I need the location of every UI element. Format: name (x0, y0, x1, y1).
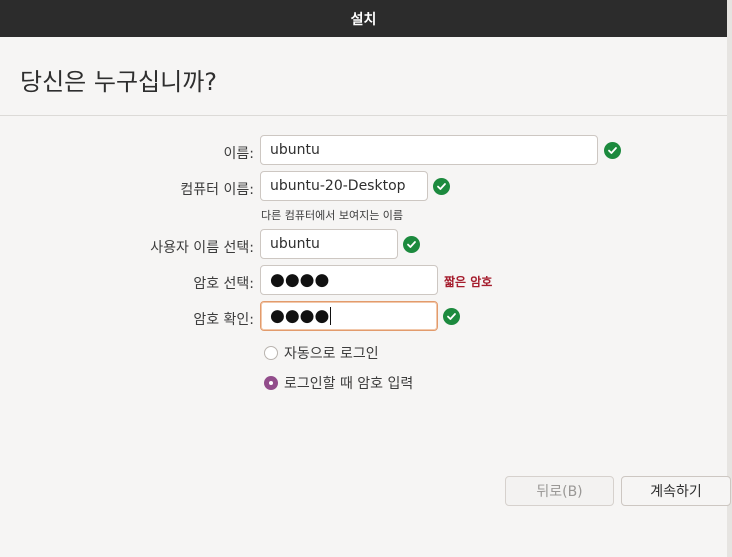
radio-auto-login[interactable]: 자동으로 로그인 (264, 343, 379, 363)
computer-name-label: 컴퓨터 이름: (180, 182, 254, 198)
computer-name-field[interactable]: ubuntu-20-Desktop (260, 171, 428, 201)
username-field[interactable]: ubuntu (260, 229, 398, 259)
text-caret (330, 307, 332, 325)
radio-button[interactable] (264, 346, 278, 360)
checkmark-circle-icon (604, 142, 621, 159)
confirm-password-field[interactable]: ●●●● (260, 301, 438, 331)
back-button[interactable]: 뒤로(B) (505, 476, 614, 506)
password-dots: ●●●● (270, 270, 330, 290)
radio-require-password[interactable]: 로그인할 때 암호 입력 (264, 373, 413, 393)
radio-auto-login-label: 자동으로 로그인 (284, 346, 379, 362)
continue-button[interactable]: 계속하기 (621, 476, 731, 506)
page-title: 당신은 누구십니까? (20, 68, 218, 96)
radio-require-password-label: 로그인할 때 암호 입력 (284, 376, 414, 392)
computer-name-value: ubuntu-20-Desktop (270, 178, 406, 194)
name-field[interactable]: ubuntu (260, 135, 598, 165)
checkmark-circle-icon (433, 178, 450, 195)
confirm-password-label: 암호 확인: (193, 312, 254, 328)
password-label: 암호 선택: (193, 276, 254, 292)
password-strength-warning: 짧은 암호 (444, 275, 493, 289)
password-field[interactable]: ●●●● (260, 265, 438, 295)
window-titlebar[interactable]: 설치 (0, 0, 727, 37)
computer-name-hint: 다른 컴퓨터에서 보여지는 이름 (261, 209, 404, 222)
confirm-password-dots: ●●●● (270, 306, 330, 326)
username-value: ubuntu (270, 236, 320, 252)
checkmark-circle-icon (443, 308, 460, 325)
username-label: 사용자 이름 선택: (150, 240, 254, 256)
name-value: ubuntu (270, 142, 320, 158)
window-edge (727, 0, 732, 557)
name-label: 이름: (223, 146, 254, 162)
radio-button-selected[interactable] (264, 376, 278, 390)
checkmark-circle-icon (403, 236, 420, 253)
divider (0, 115, 727, 116)
window-title: 설치 (350, 11, 377, 28)
